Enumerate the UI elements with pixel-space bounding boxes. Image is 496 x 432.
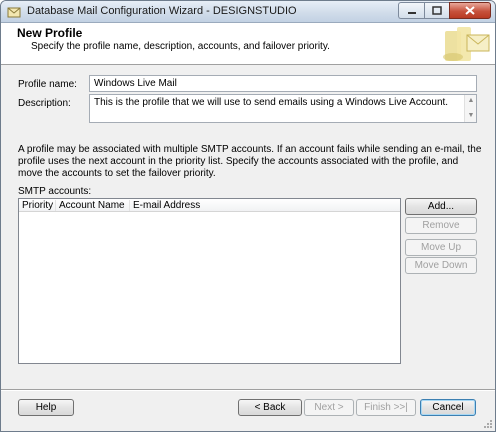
scroll-up-icon[interactable]: ▲ [467, 97, 475, 105]
profile-name-input[interactable]: Windows Live Mail [89, 75, 477, 92]
info-text: A profile may be associated with multipl… [18, 144, 482, 179]
column-separator [129, 200, 130, 211]
footer-divider-highlight [1, 390, 495, 391]
database-mail-icon [7, 5, 21, 19]
back-button[interactable]: < Back [238, 399, 302, 416]
window-title: Database Mail Configuration Wizard - DES… [27, 5, 297, 17]
maximize-button[interactable] [424, 2, 449, 19]
description-textarea[interactable]: This is the profile that we will use to … [89, 94, 477, 123]
caption-buttons [398, 2, 491, 19]
finish-button[interactable]: Finish >>| [356, 399, 416, 416]
list-header: Priority Account Name E-mail Address [19, 199, 400, 212]
move-down-button[interactable]: Move Down [405, 257, 477, 274]
profile-name-label: Profile name: [18, 79, 77, 90]
add-button[interactable]: Add... [405, 198, 477, 215]
smtp-accounts-label: SMTP accounts: [18, 186, 92, 197]
description-label: Description: [18, 98, 71, 109]
column-separator [55, 200, 56, 211]
remove-button[interactable]: Remove [405, 217, 477, 234]
close-icon [465, 6, 475, 15]
minimize-button[interactable] [398, 2, 424, 19]
move-up-button[interactable]: Move Up [405, 239, 477, 256]
help-button[interactable]: Help [18, 399, 74, 416]
page-title: New Profile [17, 26, 83, 40]
resize-grip-icon[interactable] [483, 419, 493, 429]
scroll-down-icon[interactable]: ▼ [467, 112, 475, 120]
description-scrollbar[interactable]: ▲ ▼ [464, 95, 476, 122]
smtp-accounts-list[interactable]: Priority Account Name E-mail Address [18, 198, 401, 364]
description-text: This is the profile that we will use to … [94, 97, 449, 108]
column-account-name[interactable]: Account Name [59, 200, 125, 211]
maximize-icon [432, 6, 442, 15]
cancel-button[interactable]: Cancel [420, 399, 476, 416]
wizard-window: Database Mail Configuration Wizard - DES… [0, 0, 496, 432]
minimize-icon [407, 11, 416, 14]
page-subtitle: Specify the profile name, description, a… [31, 41, 330, 52]
wizard-header: New Profile Specify the profile name, de… [1, 23, 495, 65]
next-button[interactable]: Next > [304, 399, 354, 416]
title-bar[interactable]: Database Mail Configuration Wizard - DES… [1, 1, 495, 23]
column-email-address[interactable]: E-mail Address [133, 200, 200, 211]
wizard-banner-graphic [437, 23, 493, 65]
column-priority[interactable]: Priority [22, 200, 53, 211]
close-button[interactable] [449, 2, 491, 19]
